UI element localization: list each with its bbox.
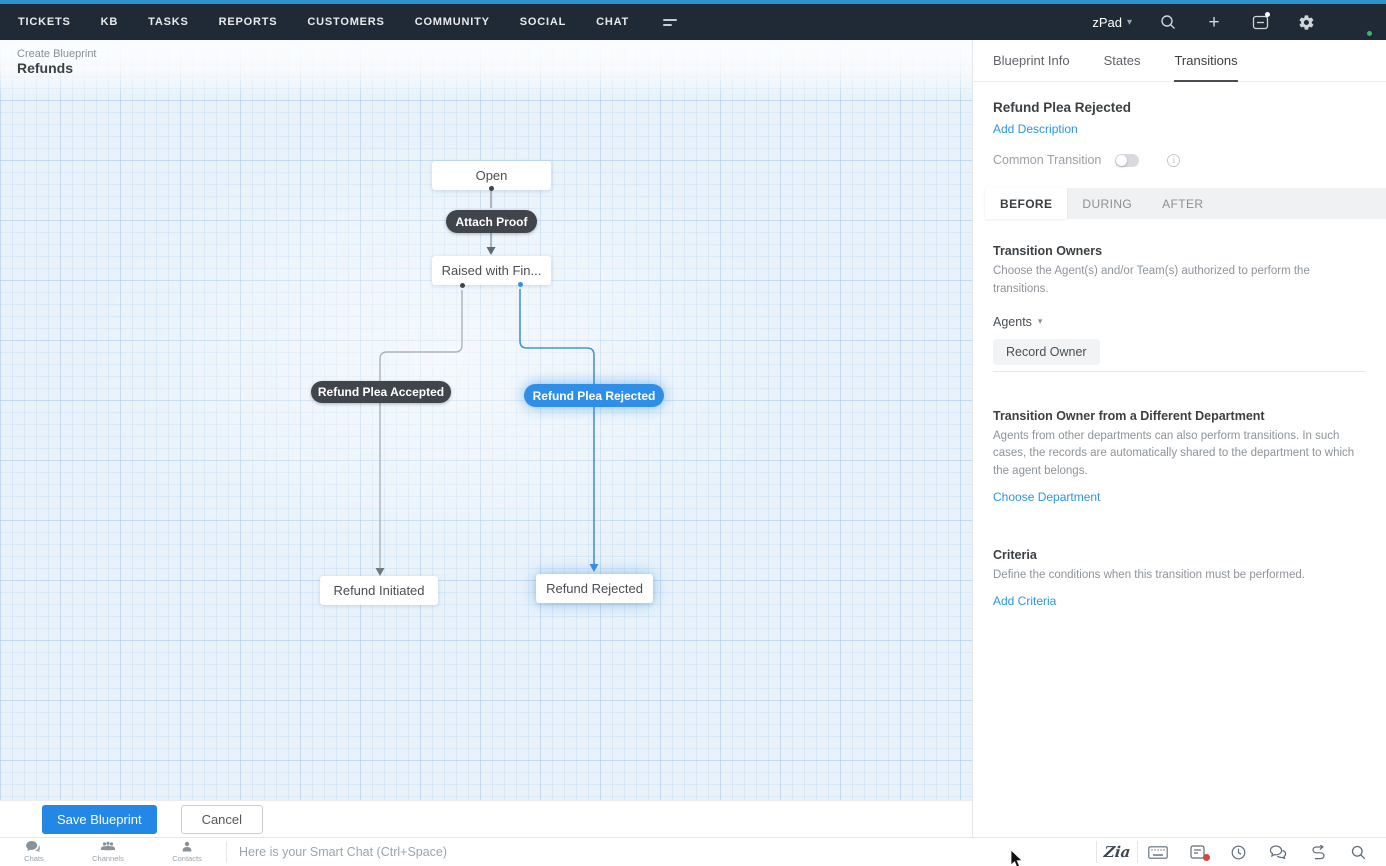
choose-department-link[interactable]: Choose Department bbox=[993, 490, 1100, 504]
smart-chat-input[interactable]: Here is your Smart Chat (Ctrl+Space) bbox=[227, 845, 1096, 859]
state-label: Refund Initiated bbox=[333, 583, 424, 598]
bottom-chat-bar: Chats Channels Contacts Here is your Sma… bbox=[0, 837, 1386, 866]
chat-tools: Chats Channels Contacts bbox=[0, 838, 226, 866]
criteria-desc: Define the conditions when this transiti… bbox=[993, 567, 1366, 585]
owners-desc: Choose the Agent(s) and/or Team(s) autho… bbox=[993, 263, 1366, 299]
chevron-down-icon: ▾ bbox=[1038, 316, 1043, 327]
state-label: Open bbox=[476, 168, 508, 183]
contacts-button[interactable]: Contacts bbox=[172, 841, 202, 863]
activity-feed-icon[interactable] bbox=[1250, 12, 1270, 32]
gear-icon[interactable] bbox=[1296, 12, 1316, 32]
common-transition-row: Common Transition i bbox=[993, 153, 1366, 167]
nav-menu: TICKETS KB TASKS REPORTS CUSTOMERS COMMU… bbox=[18, 16, 677, 28]
people-group-icon bbox=[100, 841, 116, 853]
transition-node-refund-plea-rejected[interactable]: Refund Plea Rejected bbox=[524, 384, 664, 407]
tab-transitions[interactable]: Transitions bbox=[1174, 40, 1237, 82]
save-blueprint-button[interactable]: Save Blueprint bbox=[42, 805, 157, 834]
tab-states[interactable]: States bbox=[1104, 40, 1141, 82]
notification-dot bbox=[1203, 854, 1210, 861]
nav-item-tasks[interactable]: TASKS bbox=[148, 16, 188, 28]
channels-button[interactable]: Channels bbox=[92, 841, 124, 863]
nav-item-reports[interactable]: REPORTS bbox=[219, 16, 278, 28]
chevron-down-icon: ▾ bbox=[1127, 17, 1132, 28]
zia-button[interactable]: Zia bbox=[1097, 841, 1137, 863]
conversations-icon[interactable] bbox=[1258, 841, 1298, 863]
transition-detail-panel: Blueprint Info States Transitions Refund… bbox=[972, 40, 1386, 837]
nav-item-social[interactable]: SOCIAL bbox=[520, 16, 566, 28]
tab-before[interactable]: BEFORE bbox=[985, 188, 1067, 219]
history-clock-icon[interactable] bbox=[1218, 841, 1258, 863]
port-dot[interactable] bbox=[460, 283, 465, 288]
transition-label: Attach Proof bbox=[456, 215, 528, 229]
add-criteria-link[interactable]: Add Criteria bbox=[993, 594, 1056, 608]
different-department-section: Transition Owner from a Different Depart… bbox=[993, 409, 1366, 506]
notification-dot bbox=[1265, 12, 1270, 17]
search-icon[interactable] bbox=[1158, 12, 1178, 32]
nav-item-customers[interactable]: CUSTOMERS bbox=[307, 16, 384, 28]
tab-after[interactable]: AFTER bbox=[1147, 188, 1218, 219]
nav-item-chat[interactable]: CHAT bbox=[596, 16, 629, 28]
phase-tabs: BEFORE DURING AFTER bbox=[985, 188, 1386, 219]
department-desc: Agents from other departments can also p… bbox=[993, 428, 1366, 481]
tab-blueprint-info[interactable]: Blueprint Info bbox=[993, 40, 1070, 82]
port-dot-active[interactable] bbox=[518, 282, 523, 287]
state-node-refund-rejected[interactable]: Refund Rejected bbox=[536, 574, 653, 603]
chats-button[interactable]: Chats bbox=[24, 841, 44, 863]
agents-label: Agents bbox=[993, 315, 1032, 329]
contacts-label: Contacts bbox=[172, 854, 202, 863]
state-label: Refund Rejected bbox=[546, 581, 643, 596]
add-new-icon[interactable]: + bbox=[1204, 12, 1224, 32]
chat-right-tools: Zia bbox=[1096, 841, 1386, 863]
transition-node-refund-plea-accepted[interactable]: Refund Plea Accepted bbox=[311, 381, 451, 403]
person-icon bbox=[181, 841, 193, 853]
top-navbar: TICKETS KB TASKS REPORTS CUSTOMERS COMMU… bbox=[0, 4, 1386, 40]
nav-actions: zPad ▾ + bbox=[1092, 7, 1372, 37]
agents-field-label[interactable]: Agents ▾ bbox=[993, 315, 1366, 329]
notes-icon[interactable] bbox=[1178, 841, 1218, 863]
chat-bubble-icon bbox=[26, 841, 41, 853]
criteria-title: Criteria bbox=[993, 548, 1366, 562]
transition-node-attach-proof[interactable]: Attach Proof bbox=[446, 210, 537, 233]
transition-owners-section: Transition Owners Choose the Agent(s) an… bbox=[993, 244, 1366, 372]
common-transition-toggle[interactable] bbox=[1115, 154, 1139, 167]
toggle-knob bbox=[1116, 155, 1127, 166]
chats-label: Chats bbox=[24, 854, 44, 863]
panel-tabs: Blueprint Info States Transitions bbox=[973, 40, 1386, 82]
transition-label: Refund Plea Rejected bbox=[533, 389, 656, 403]
state-node-raised-with-finance[interactable]: Raised with Fin... bbox=[432, 256, 551, 285]
common-transition-label: Common Transition bbox=[993, 153, 1101, 167]
zia-logo: Zia bbox=[1103, 843, 1131, 861]
nav-more-icon[interactable] bbox=[663, 19, 677, 26]
owners-title: Transition Owners bbox=[993, 244, 1366, 258]
add-description-link[interactable]: Add Description bbox=[993, 122, 1366, 136]
nav-item-community[interactable]: COMMUNITY bbox=[415, 16, 490, 28]
port-dot[interactable] bbox=[489, 186, 494, 191]
blueprint-canvas[interactable]: Create Blueprint Refunds Open Attach Pro… bbox=[0, 40, 972, 800]
footer-action-bar: Save Blueprint Cancel bbox=[0, 800, 972, 837]
channels-label: Channels bbox=[92, 854, 124, 863]
portal-name: zPad bbox=[1092, 15, 1122, 30]
transition-title: Refund Plea Rejected bbox=[993, 100, 1366, 115]
feedback-icon[interactable] bbox=[1298, 841, 1338, 863]
nav-item-tickets[interactable]: TICKETS bbox=[18, 16, 71, 28]
tab-during[interactable]: DURING bbox=[1067, 188, 1147, 219]
online-status-dot bbox=[1365, 29, 1374, 38]
keyboard-shortcuts-icon[interactable] bbox=[1138, 841, 1178, 863]
record-owner-chip[interactable]: Record Owner bbox=[993, 339, 1100, 365]
department-title: Transition Owner from a Different Depart… bbox=[993, 409, 1366, 423]
agents-field-underline bbox=[993, 371, 1366, 372]
search-icon[interactable] bbox=[1338, 841, 1378, 863]
workspace: Create Blueprint Refunds Open Attach Pro… bbox=[0, 40, 1386, 866]
cancel-button[interactable]: Cancel bbox=[181, 805, 263, 834]
transition-label: Refund Plea Accepted bbox=[318, 385, 444, 399]
portal-selector[interactable]: zPad ▾ bbox=[1092, 15, 1132, 30]
panel-body: Refund Plea Rejected Add Description Com… bbox=[973, 82, 1386, 610]
state-label: Raised with Fin... bbox=[442, 263, 542, 278]
user-avatar[interactable] bbox=[1342, 7, 1372, 37]
flow-connectors bbox=[0, 40, 972, 800]
info-icon[interactable]: i bbox=[1167, 154, 1180, 167]
nav-item-kb[interactable]: KB bbox=[101, 16, 119, 28]
criteria-section: Criteria Define the conditions when this… bbox=[993, 548, 1366, 610]
state-node-refund-initiated[interactable]: Refund Initiated bbox=[320, 576, 438, 605]
